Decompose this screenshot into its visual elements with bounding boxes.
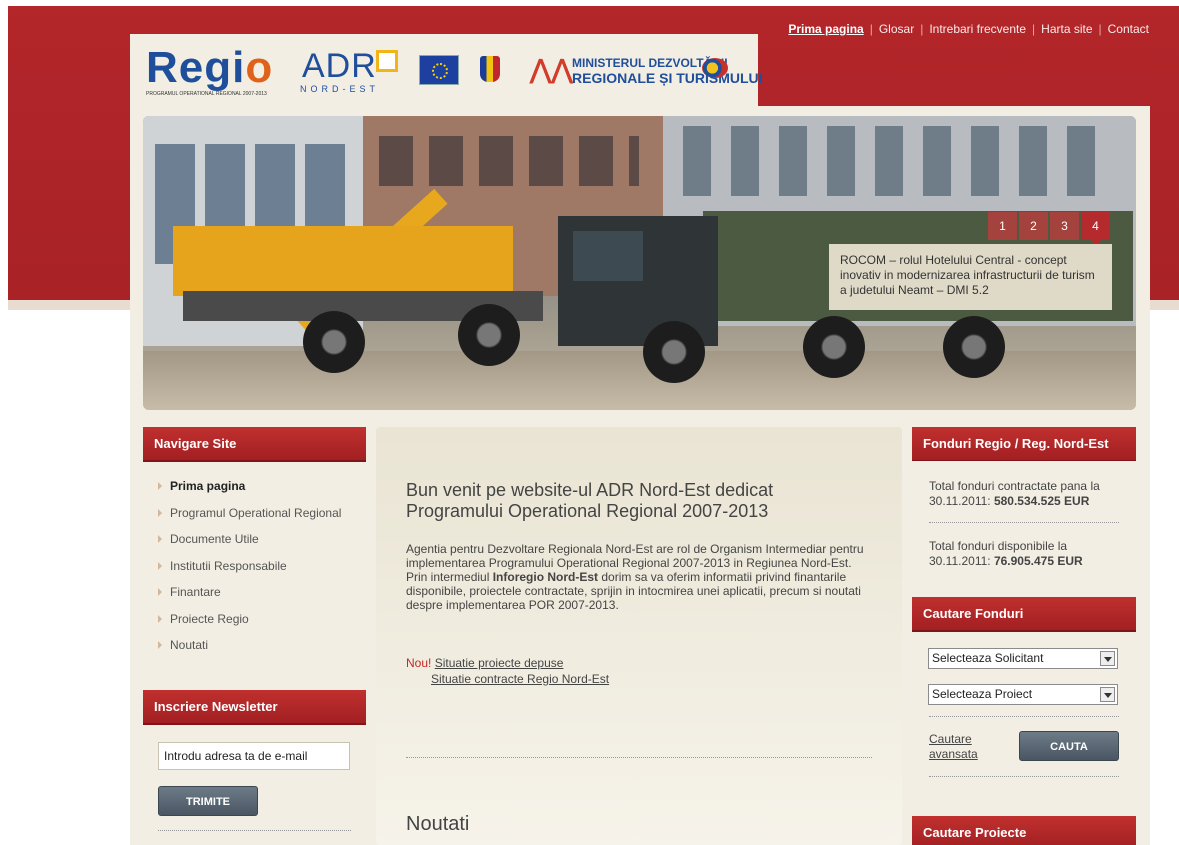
available-funds: Total fonduri disponibile la 30.11.2011:… — [929, 539, 1121, 569]
solicitant-select[interactable]: Selecteaza Solicitant — [928, 648, 1118, 669]
divider — [929, 776, 1119, 777]
nav-item-documente[interactable]: Documente Utile — [158, 531, 368, 558]
funds-panel-title: Fonduri Regio / Reg. Nord-Est — [912, 427, 1136, 462]
scene-wheel — [643, 321, 705, 383]
nav-item-label: Institutii Responsabile — [170, 558, 287, 573]
nav-item-label: Programul Operational Regional — [170, 505, 342, 520]
solicitant-select-value: Selecteaza Solicitant — [932, 651, 1044, 665]
adr-logo-square-icon — [376, 50, 398, 72]
regio-logo-text: Regi — [146, 43, 246, 92]
slider-tab-4[interactable]: 4 — [1081, 212, 1110, 246]
newsletter-submit-button[interactable]: TRIMITE — [158, 786, 258, 816]
nav-item-label: Proiecte Regio — [170, 611, 249, 626]
newsletter-panel-title: Inscriere Newsletter — [143, 690, 366, 725]
arrow-right-icon — [158, 641, 162, 649]
regio-logo[interactable]: Regio — [146, 46, 273, 90]
slider-tab-1[interactable]: 1 — [988, 212, 1017, 240]
search-button[interactable]: CAUTA — [1019, 731, 1119, 761]
proiect-select[interactable]: Selecteaza Proiect — [928, 684, 1118, 705]
news-title: Noutati — [406, 813, 470, 835]
nav-item-label: Noutati — [170, 638, 209, 652]
contracted-funds-value: 580.534.525 EUR — [993, 494, 1090, 508]
dropdown-arrow-icon — [1100, 651, 1115, 666]
regio-logo-subtitle: PROGRAMUL OPERATIONAL REGIONAL 2007-2013 — [146, 91, 267, 97]
nav-item-label: Prima pagina — [170, 479, 246, 493]
romania-crest-icon — [480, 56, 500, 82]
welcome-text: Agentia pentru Dezvoltare Regionala Nord… — [406, 542, 876, 612]
scene-windows — [683, 126, 1113, 196]
nav-item-institutii[interactable]: Institutii Responsabile — [158, 558, 368, 585]
divider — [929, 522, 1119, 523]
slider-tab-2[interactable]: 2 — [1019, 212, 1048, 240]
regio-logo-o: o — [245, 43, 274, 92]
contracted-funds: Total fonduri contractate pana la 30.11.… — [929, 479, 1121, 509]
scene-windows — [379, 136, 639, 186]
scene-wheel — [458, 304, 520, 366]
site-navigation: Prima pagina Programul Operational Regio… — [158, 478, 368, 664]
arrow-right-icon — [158, 535, 162, 543]
eu-flag-icon — [419, 55, 459, 85]
scene-wheel — [303, 311, 365, 373]
newsletter-email-input[interactable] — [158, 742, 350, 770]
available-funds-value: 76.905.475 EUR — [993, 554, 1083, 568]
arrow-right-icon — [158, 561, 162, 570]
scene-truck-window — [573, 231, 643, 281]
scene-wheel — [943, 316, 1005, 378]
nav-panel-title: Navigare Site — [143, 427, 366, 462]
nav-item-noutati[interactable]: Noutati — [158, 637, 368, 664]
nav-item-programul[interactable]: Programul Operational Regional — [158, 505, 368, 532]
inforegio-label: Inforegio Nord-Est — [492, 570, 599, 584]
contracte-regio-link[interactable]: Situatie contracte Regio Nord-Est — [431, 672, 609, 686]
dropdown-arrow-icon — [1100, 687, 1115, 702]
adr-logo-subtitle: NORD-EST — [300, 84, 379, 94]
new-badge: Nou! — [406, 656, 432, 670]
ministry-mark-icon: ⋀⋀ — [530, 54, 573, 84]
arrow-right-icon — [158, 482, 162, 490]
new-notice: Nou! Situatie proiecte depuse — [406, 656, 563, 671]
proiect-select-value: Selecteaza Proiect — [932, 687, 1033, 701]
proiecte-depuse-link[interactable]: Situatie proiecte depuse — [435, 656, 564, 670]
slider-tab-3[interactable]: 3 — [1050, 212, 1079, 240]
arrow-right-icon — [158, 614, 162, 623]
divider — [929, 716, 1119, 717]
nav-item-label: Documente Utile — [170, 532, 259, 546]
scene-crane-body — [173, 226, 513, 296]
arrow-right-icon — [158, 508, 162, 517]
ministry-line-2: REGIONALE ȘI TURISMULUI — [572, 70, 763, 86]
advanced-search-link[interactable]: Cautare avansata — [929, 732, 989, 762]
divider — [406, 757, 872, 758]
nav-item-label: Finantare — [170, 585, 221, 599]
search-funds-panel-title: Cautare Fonduri — [912, 597, 1136, 632]
nav-item-proiecte-regio[interactable]: Proiecte Regio — [158, 611, 368, 638]
adr-logo[interactable]: ADR — [302, 48, 377, 84]
slider-caption[interactable]: ROCOM – rolul Hotelului Central - concep… — [829, 244, 1112, 310]
search-projects-panel-title: Cautare Proiecte — [912, 816, 1136, 845]
scene-wheel — [803, 316, 865, 378]
divider — [158, 830, 351, 831]
nav-item-prima-pagina[interactable]: Prima pagina — [158, 478, 368, 505]
instrumente-structurale-logo-icon — [702, 58, 728, 78]
nav-item-finantare[interactable]: Finantare — [158, 584, 368, 611]
eu-stars-icon — [432, 63, 448, 79]
arrow-right-icon — [158, 588, 162, 596]
welcome-title: Bun venit pe website-ul ADR Nord-Est ded… — [406, 480, 774, 521]
